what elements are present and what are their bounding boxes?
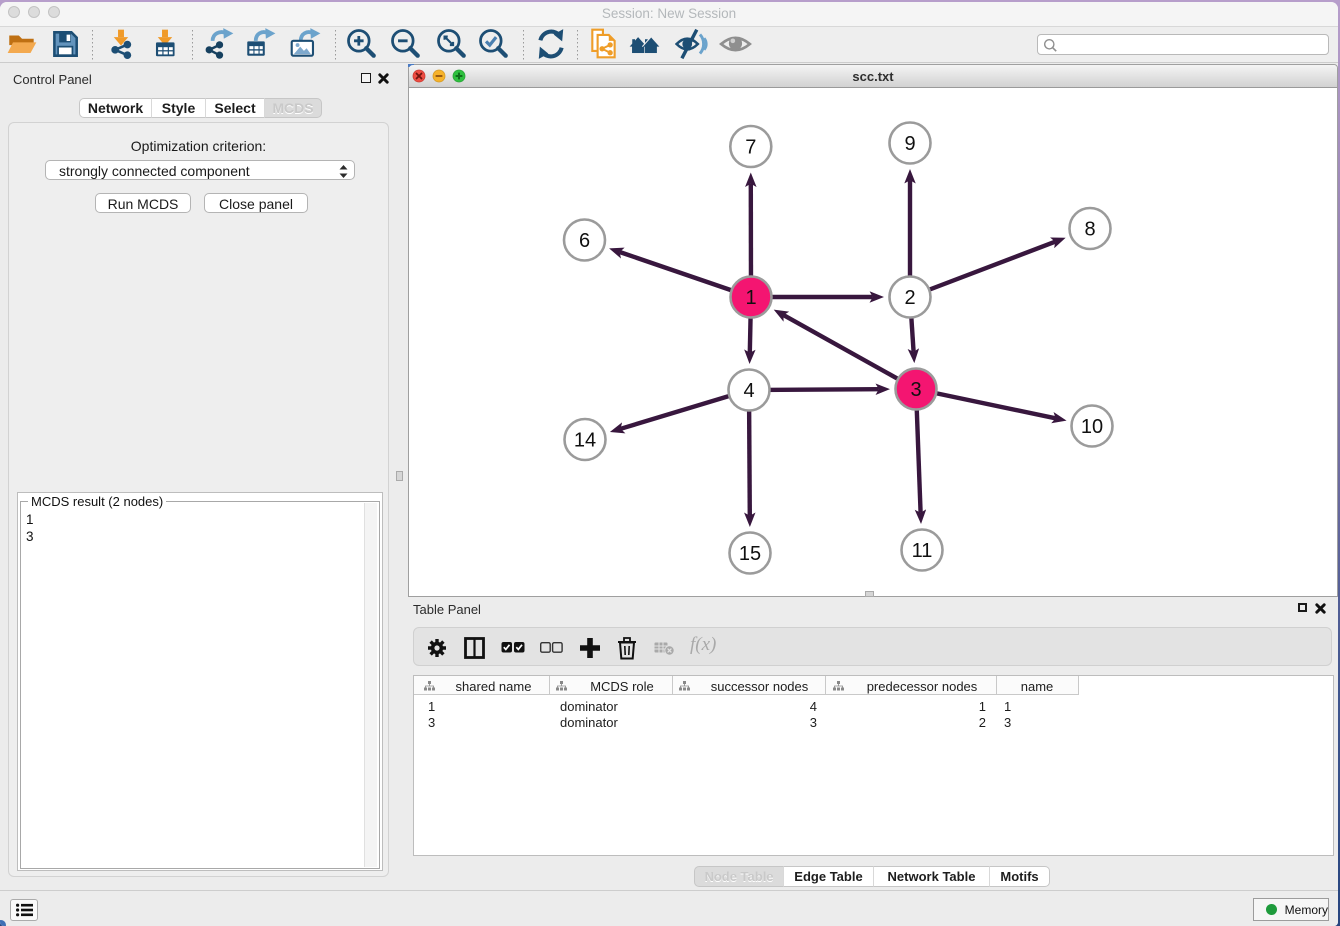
svg-text:1: 1 bbox=[745, 287, 756, 309]
svg-text:8: 8 bbox=[1084, 219, 1095, 241]
svg-text:6: 6 bbox=[579, 230, 590, 252]
svg-text:9: 9 bbox=[904, 133, 915, 155]
svg-text:2: 2 bbox=[904, 287, 915, 309]
svg-text:10: 10 bbox=[1081, 416, 1103, 438]
svg-text:14: 14 bbox=[574, 430, 596, 452]
svg-text:11: 11 bbox=[912, 540, 933, 562]
svg-text:15: 15 bbox=[739, 543, 761, 565]
svg-text:4: 4 bbox=[743, 380, 754, 402]
svg-text:3: 3 bbox=[910, 379, 921, 401]
svg-text:7: 7 bbox=[745, 137, 756, 159]
